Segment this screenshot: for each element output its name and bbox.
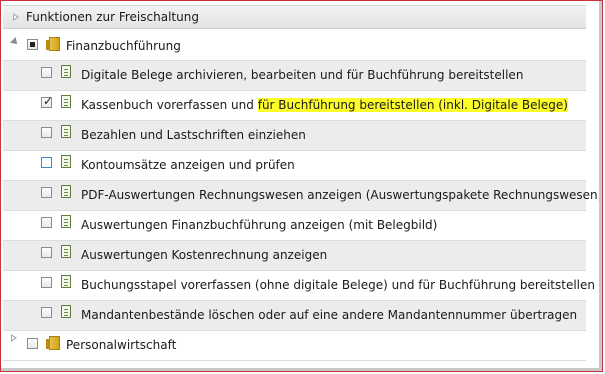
item-label-highlight: für Buchführung bereitstellen (inkl. Dig… <box>257 98 568 112</box>
item-label: Auswertungen Kostenrechnung anzeigen <box>81 248 328 262</box>
item-label-plain: Kassenbuch vorerfassen und <box>81 98 254 112</box>
item-checkbox[interactable] <box>41 217 52 228</box>
item-label: Bezahlen und Lastschriften einziehen <box>81 128 306 142</box>
collapse-arrow-icon[interactable] <box>10 37 20 47</box>
tree-item[interactable]: Auswertungen Kostenrechnung anzeigen <box>3 241 586 271</box>
item-checkbox[interactable] <box>41 307 52 318</box>
tree-group-finanzbuchfuehrung[interactable]: Finanzbuchführung <box>3 31 586 61</box>
document-icon <box>61 305 71 318</box>
function-panel: Funktionen zur Freischaltung Finanzbuchf… <box>0 0 603 372</box>
item-checkbox[interactable] <box>41 187 52 198</box>
tree-item[interactable]: ✓ Kassenbuch vorerfassen und für Buchfüh… <box>3 91 586 121</box>
expand-arrow-icon[interactable] <box>11 334 17 342</box>
group-checkbox[interactable] <box>27 338 38 349</box>
tree-item[interactable]: Buchungsstapel vorerfassen (ohne digital… <box>3 271 595 301</box>
item-label: Auswertungen Finanzbuchführung anzeigen … <box>81 218 438 232</box>
item-label: Kontoumsätze anzeigen und prüfen <box>81 158 295 172</box>
document-icon <box>61 65 71 78</box>
item-checkbox[interactable] <box>41 247 52 258</box>
item-label: PDF-Auswertungen Rechnungswesen anzeigen… <box>81 188 603 202</box>
group-label: Finanzbuchführung <box>66 39 181 53</box>
group-label: Personalwirtschaft <box>66 338 177 352</box>
tree-item[interactable]: Mandantenbestände löschen oder auf eine … <box>3 301 586 331</box>
tree-item[interactable]: Kontoumsätze anzeigen und prüfen <box>3 151 586 181</box>
item-checkbox-focused[interactable] <box>41 157 52 168</box>
item-label: Digitale Belege archivieren, bearbeiten … <box>81 68 524 82</box>
item-checkbox[interactable] <box>41 127 52 138</box>
folder-icon <box>46 336 60 350</box>
document-icon <box>61 125 71 138</box>
tree-item[interactable]: Auswertungen Finanzbuchführung anzeigen … <box>3 211 586 241</box>
tree-item[interactable]: PDF-Auswertungen Rechnungswesen anzeigen… <box>3 181 602 211</box>
document-icon <box>61 215 71 228</box>
panel-title: Funktionen zur Freischaltung <box>26 10 199 24</box>
expand-arrow-icon[interactable] <box>13 13 19 21</box>
item-checkbox-checked[interactable]: ✓ <box>41 94 54 108</box>
document-icon <box>61 185 71 198</box>
checkmark-icon: ✓ <box>43 94 54 108</box>
tree-group-personalwirtschaft[interactable]: Personalwirtschaft <box>3 331 586 361</box>
folder-icon <box>46 37 60 51</box>
tree-item[interactable]: Digitale Belege archivieren, bearbeiten … <box>3 61 586 91</box>
group-checkbox[interactable] <box>27 39 38 50</box>
document-icon <box>61 275 71 288</box>
item-label: Buchungsstapel vorerfassen (ohne digital… <box>81 278 596 292</box>
item-label: Mandantenbestände löschen oder auf eine … <box>81 308 578 322</box>
item-checkbox[interactable] <box>41 277 52 288</box>
panel-header[interactable]: Funktionen zur Freischaltung <box>3 5 586 29</box>
document-icon <box>61 155 71 168</box>
window-edge <box>599 1 602 371</box>
window-edge <box>1 368 602 371</box>
document-icon <box>61 245 71 258</box>
item-checkbox[interactable] <box>41 67 52 78</box>
document-icon <box>61 95 71 108</box>
tree-item[interactable]: Bezahlen und Lastschriften einziehen <box>3 121 586 151</box>
item-label: Kassenbuch vorerfassen und für Buchführu… <box>81 98 568 112</box>
